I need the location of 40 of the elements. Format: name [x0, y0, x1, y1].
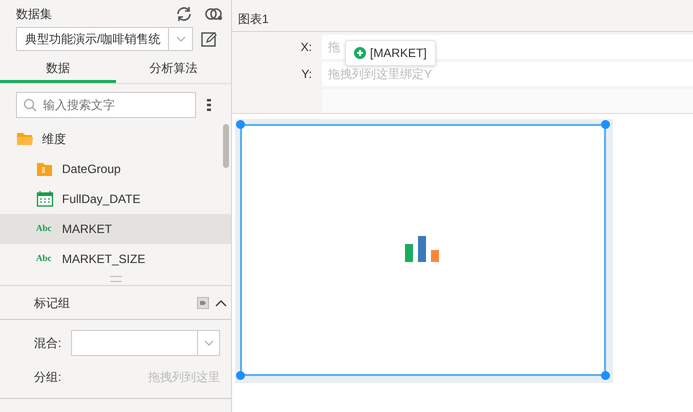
axis-label: Y: — [300, 66, 313, 83]
search-icon — [23, 98, 37, 112]
refresh-icon[interactable] — [175, 5, 193, 23]
resize-handle[interactable] — [110, 276, 122, 282]
tree-item[interactable]: FullDay_DATE — [0, 184, 231, 214]
field-label: 分组: — [34, 369, 62, 386]
edit-icon[interactable] — [201, 31, 217, 47]
more-icon[interactable] — [206, 98, 212, 112]
empty-binding-field[interactable] — [322, 89, 693, 113]
calendar-icon — [36, 190, 54, 208]
chevron-down-icon — [204, 340, 214, 346]
binding-field[interactable]: 拖拽列到这里绑定Y — [322, 62, 693, 86]
type-label: Abc — [36, 222, 52, 236]
resize-handle[interactable] — [601, 371, 610, 380]
resize-handle[interactable] — [236, 371, 245, 380]
chart-title: 图表1 — [238, 11, 269, 28]
resize-handle[interactable] — [236, 120, 245, 129]
tab[interactable]: 分析算法 — [116, 57, 231, 83]
axis-label: X: — [300, 39, 313, 56]
section-title: 标记组 — [34, 294, 71, 312]
search-field[interactable]: 输入搜索文字 — [16, 92, 196, 118]
chevron-down-icon — [176, 36, 186, 42]
tree-item[interactable]: 维度 — [0, 124, 231, 154]
dataset-dropdown[interactable]: 典型功能演示/咖啡销售统 — [16, 27, 193, 51]
collapse-icon[interactable] — [215, 298, 227, 306]
field-label: 混合: — [34, 335, 62, 352]
resize-handle[interactable] — [601, 120, 610, 129]
drag-tooltip: [MARKET] — [345, 40, 436, 66]
panel-title: 数据集 — [16, 6, 53, 23]
tree-item[interactable]: Abc MARKET_SIZE — [0, 244, 231, 274]
folder-icon — [36, 160, 54, 178]
link-circles-icon[interactable] — [205, 7, 223, 21]
scrollbar-thumb[interactable] — [223, 124, 229, 168]
folder-icon — [16, 130, 34, 148]
type-label: Abc — [36, 252, 52, 266]
tree-item[interactable]: Abc MARKET — [0, 214, 231, 244]
add-icon — [354, 47, 366, 59]
tag-icon — [197, 296, 209, 308]
tab[interactable]: 数据 — [0, 57, 116, 83]
tree-item[interactable]: DateGroup — [0, 154, 231, 184]
